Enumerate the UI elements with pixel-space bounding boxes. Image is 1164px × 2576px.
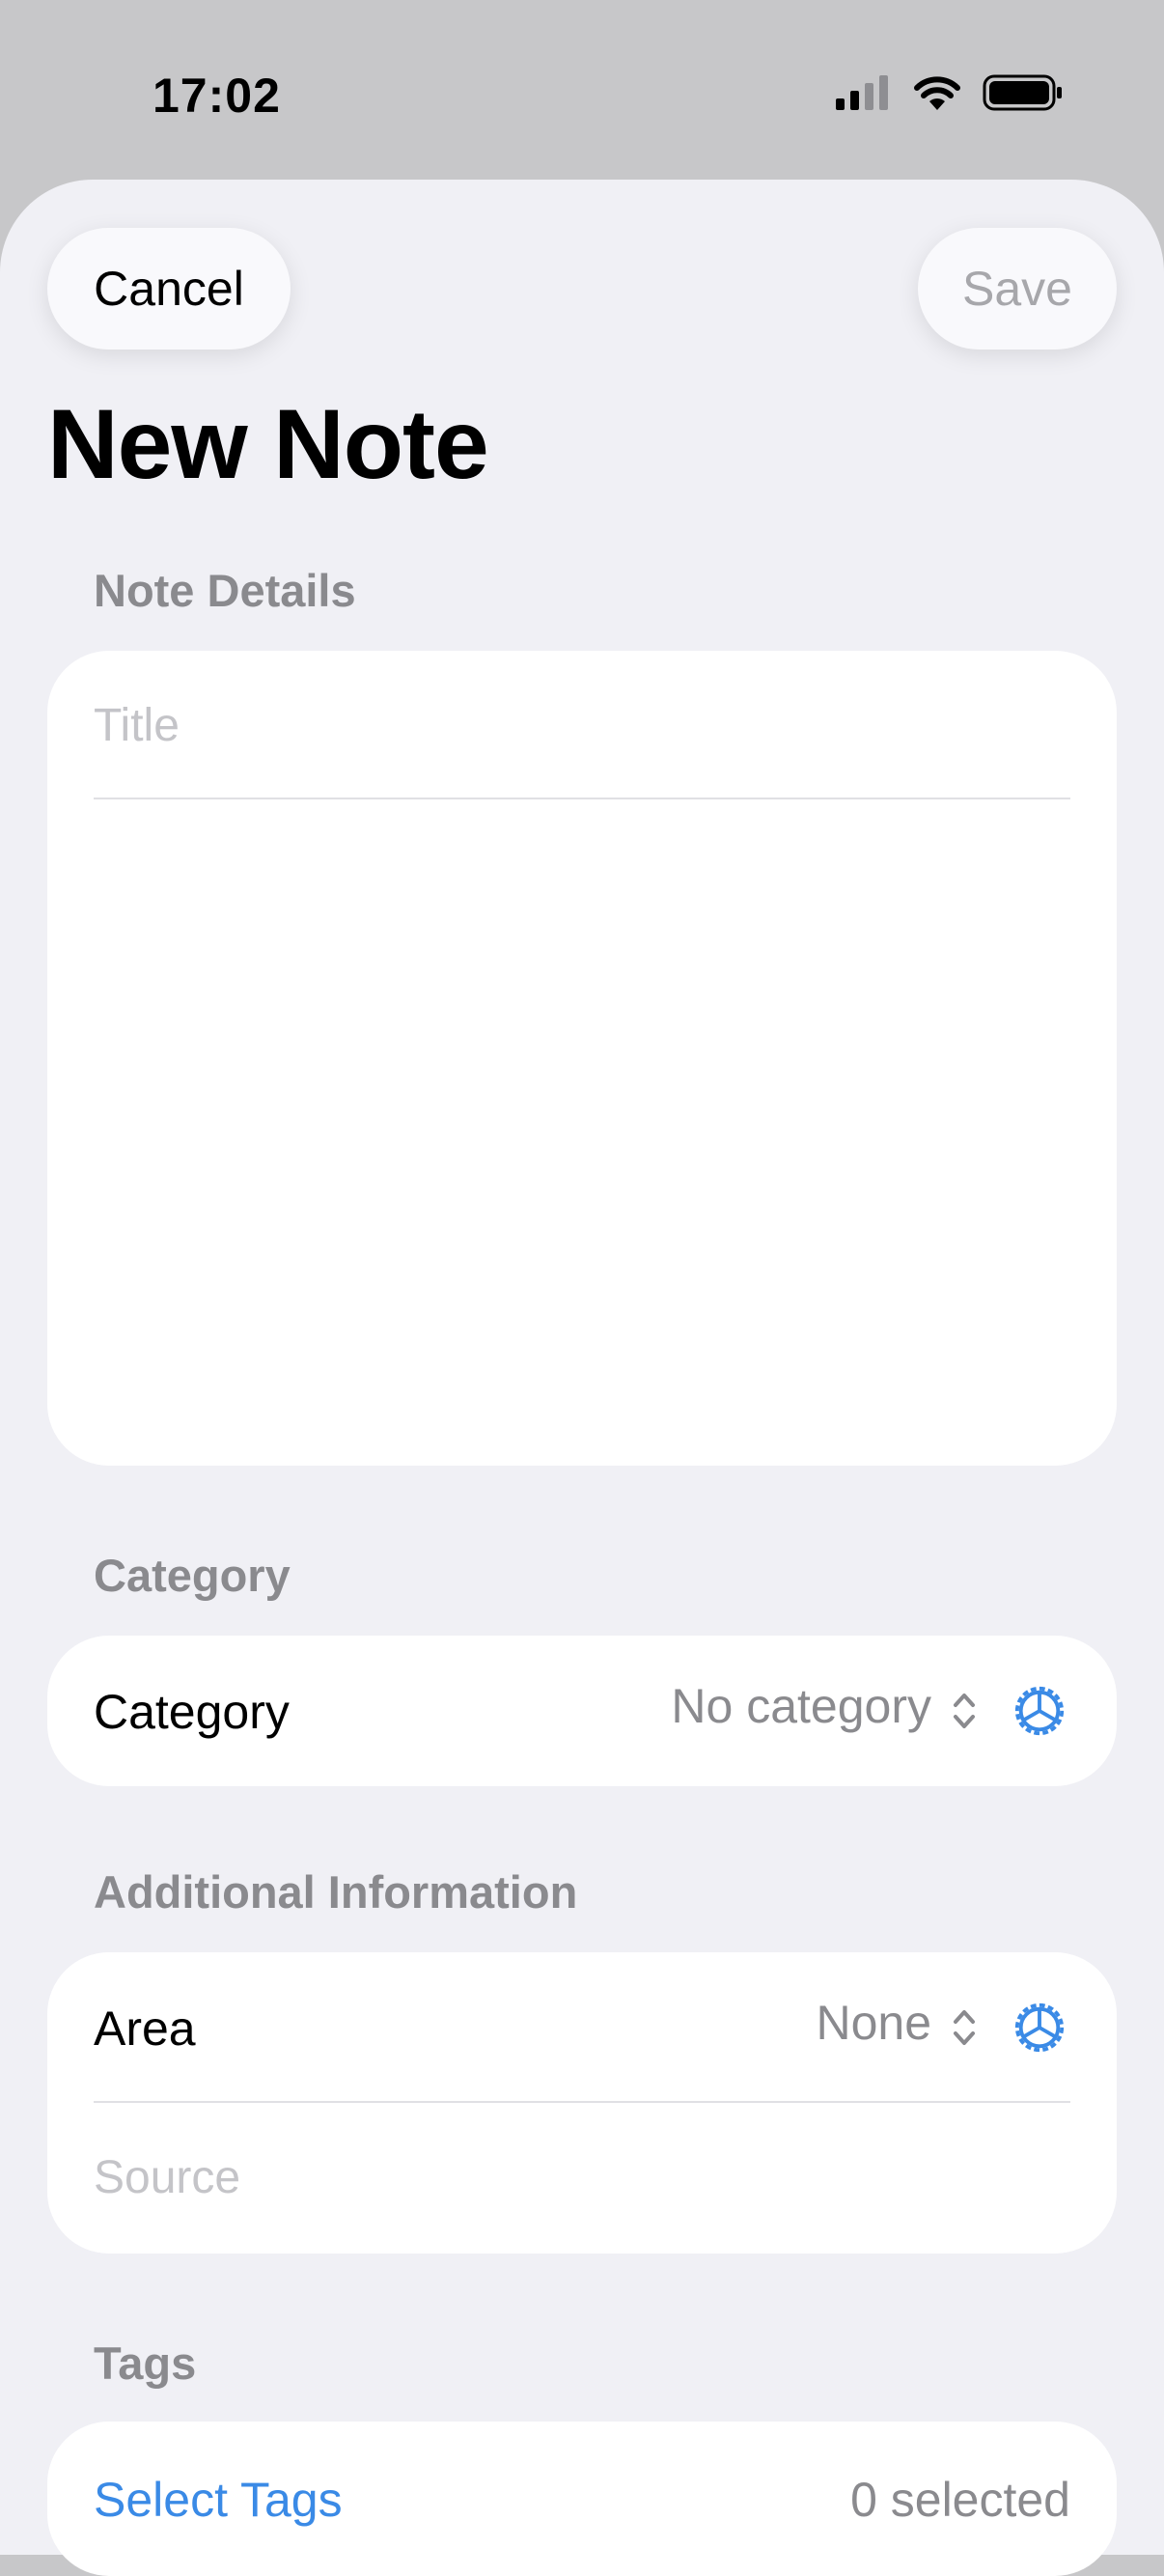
cellular-signal-icon xyxy=(836,75,888,110)
category-value: No category xyxy=(671,1679,931,1733)
section-header-category: Category xyxy=(94,1550,291,1601)
area-picker[interactable]: None xyxy=(702,1952,991,2103)
note-body-textarea[interactable] xyxy=(94,805,1070,1427)
status-time: 17:02 xyxy=(152,69,281,123)
category-settings-gear-icon[interactable] xyxy=(1012,1683,1067,1739)
tags-count: 0 selected xyxy=(850,2473,1070,2527)
section-header-note-details: Note Details xyxy=(94,565,356,616)
status-bar: 17:02 xyxy=(0,0,1164,183)
section-header-additional-information: Additional Information xyxy=(94,1866,578,1918)
chevron-up-down-icon xyxy=(954,1694,975,1728)
tags-card: Select Tags 0 selected xyxy=(47,2422,1117,2576)
battery-icon xyxy=(983,74,1062,111)
additional-info-card: Area None Source xyxy=(47,1952,1117,2254)
save-button[interactable]: Save xyxy=(918,228,1117,350)
page-title: New Note xyxy=(47,389,489,499)
divider xyxy=(94,798,1070,799)
cancel-button[interactable]: Cancel xyxy=(47,228,291,350)
wifi-icon xyxy=(914,76,960,110)
category-picker[interactable]: No category xyxy=(509,1636,991,1786)
area-settings-gear-icon[interactable] xyxy=(1012,2000,1067,2056)
category-label: Category xyxy=(94,1685,290,1739)
divider xyxy=(94,2101,1070,2103)
source-input[interactable]: Source xyxy=(94,2151,240,2204)
status-icons xyxy=(834,73,1064,112)
select-tags-button[interactable]: Select Tags xyxy=(94,2472,343,2528)
area-value: None xyxy=(816,1996,931,2050)
chevron-up-down-icon xyxy=(954,2010,975,2045)
area-label: Area xyxy=(94,2002,196,2056)
title-input[interactable]: Title xyxy=(94,699,180,752)
section-header-tags: Tags xyxy=(94,2338,197,2389)
note-details-card: Title xyxy=(47,651,1117,1466)
category-card: Category No category xyxy=(47,1636,1117,1786)
